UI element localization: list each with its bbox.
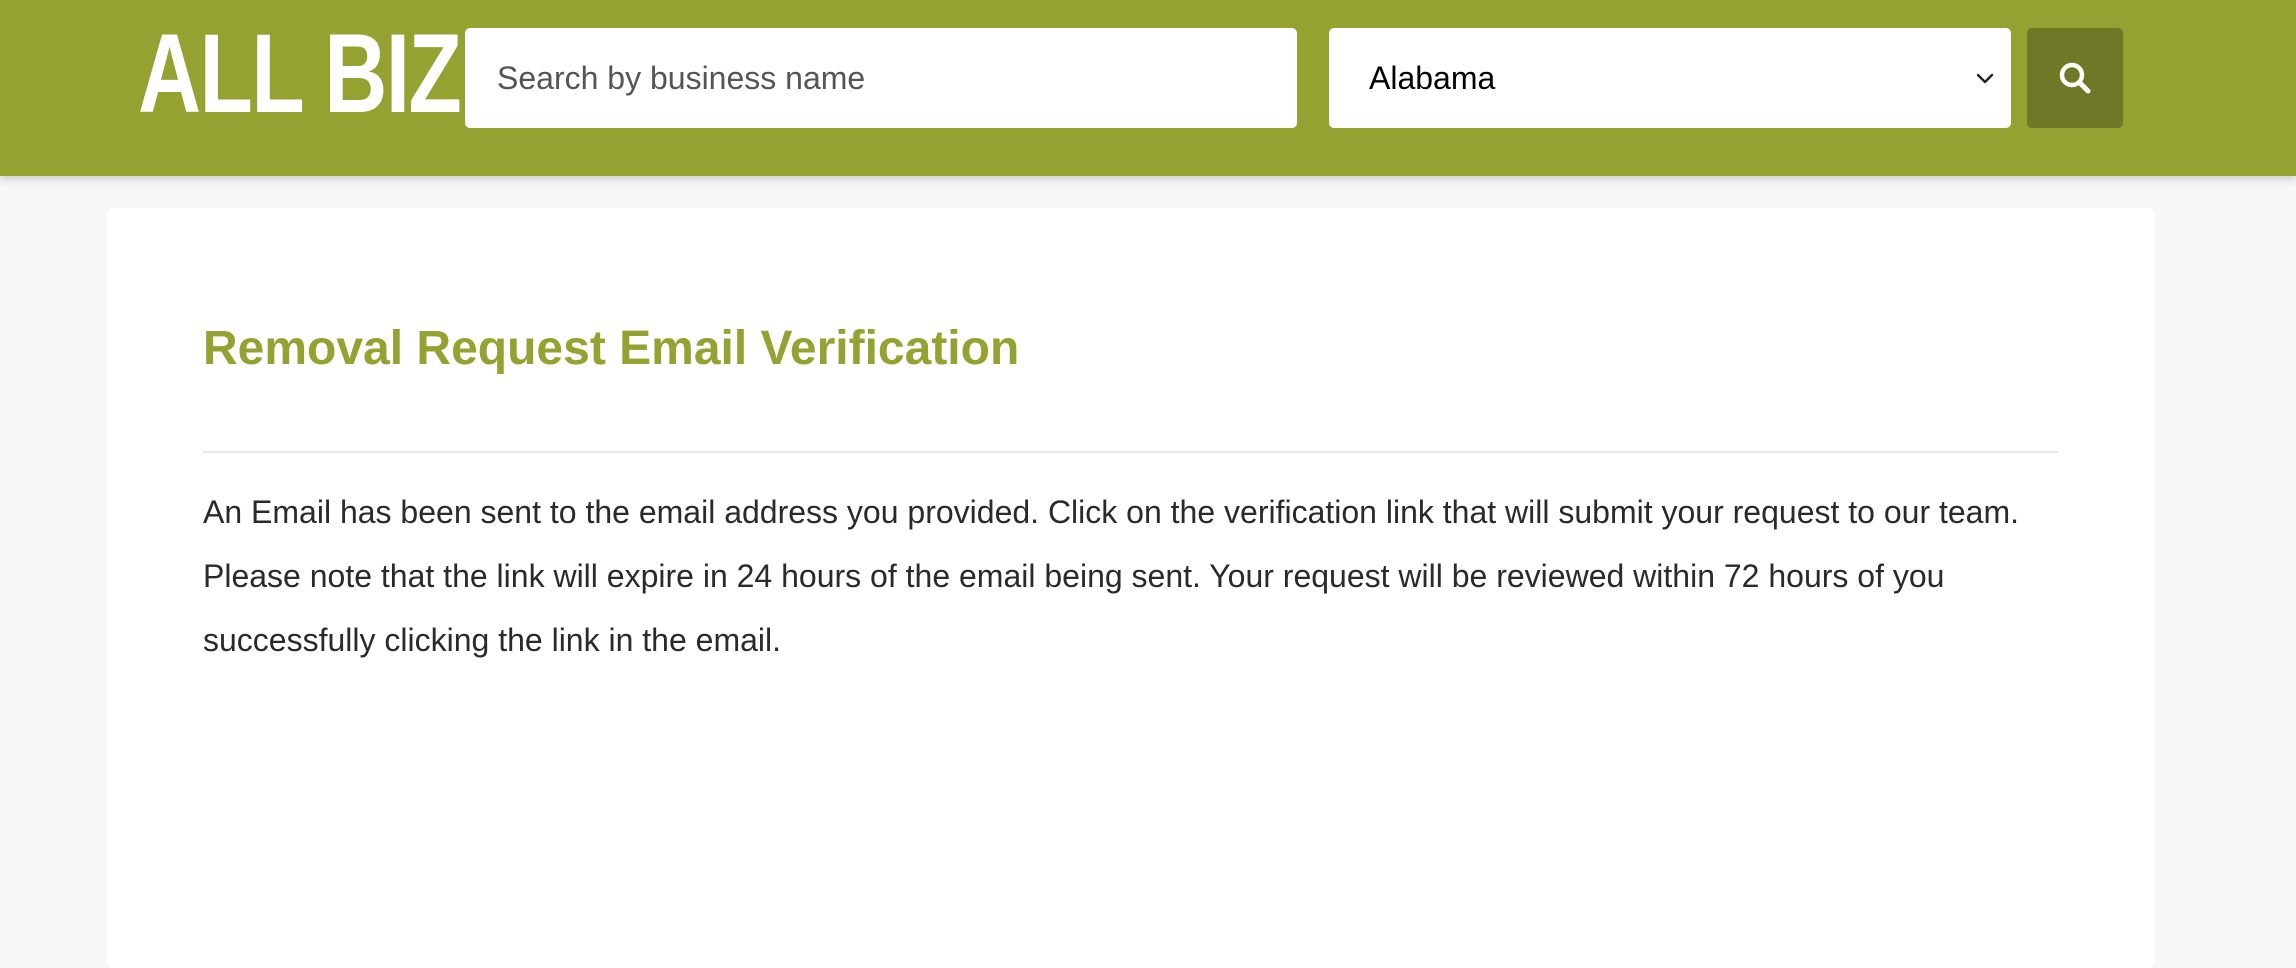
divider: [203, 451, 2059, 453]
chevron-down-icon: [1976, 73, 1994, 84]
site-logo[interactable]: ALL BIZ: [138, 18, 462, 130]
state-select-value: Alabama: [1369, 60, 1496, 96]
state-select[interactable]: Alabama: [1329, 28, 2011, 128]
search-button[interactable]: [2027, 28, 2123, 128]
page-title: Removal Request Email Verification: [203, 322, 1020, 375]
search-icon: [2059, 62, 2091, 94]
content-card: Removal Request Email Verification An Em…: [107, 208, 2155, 968]
business-search-input[interactable]: [465, 28, 1297, 128]
verification-message: An Email has been sent to the email addr…: [203, 494, 2020, 658]
site-header: ALL BIZ Alabama: [0, 0, 2296, 176]
